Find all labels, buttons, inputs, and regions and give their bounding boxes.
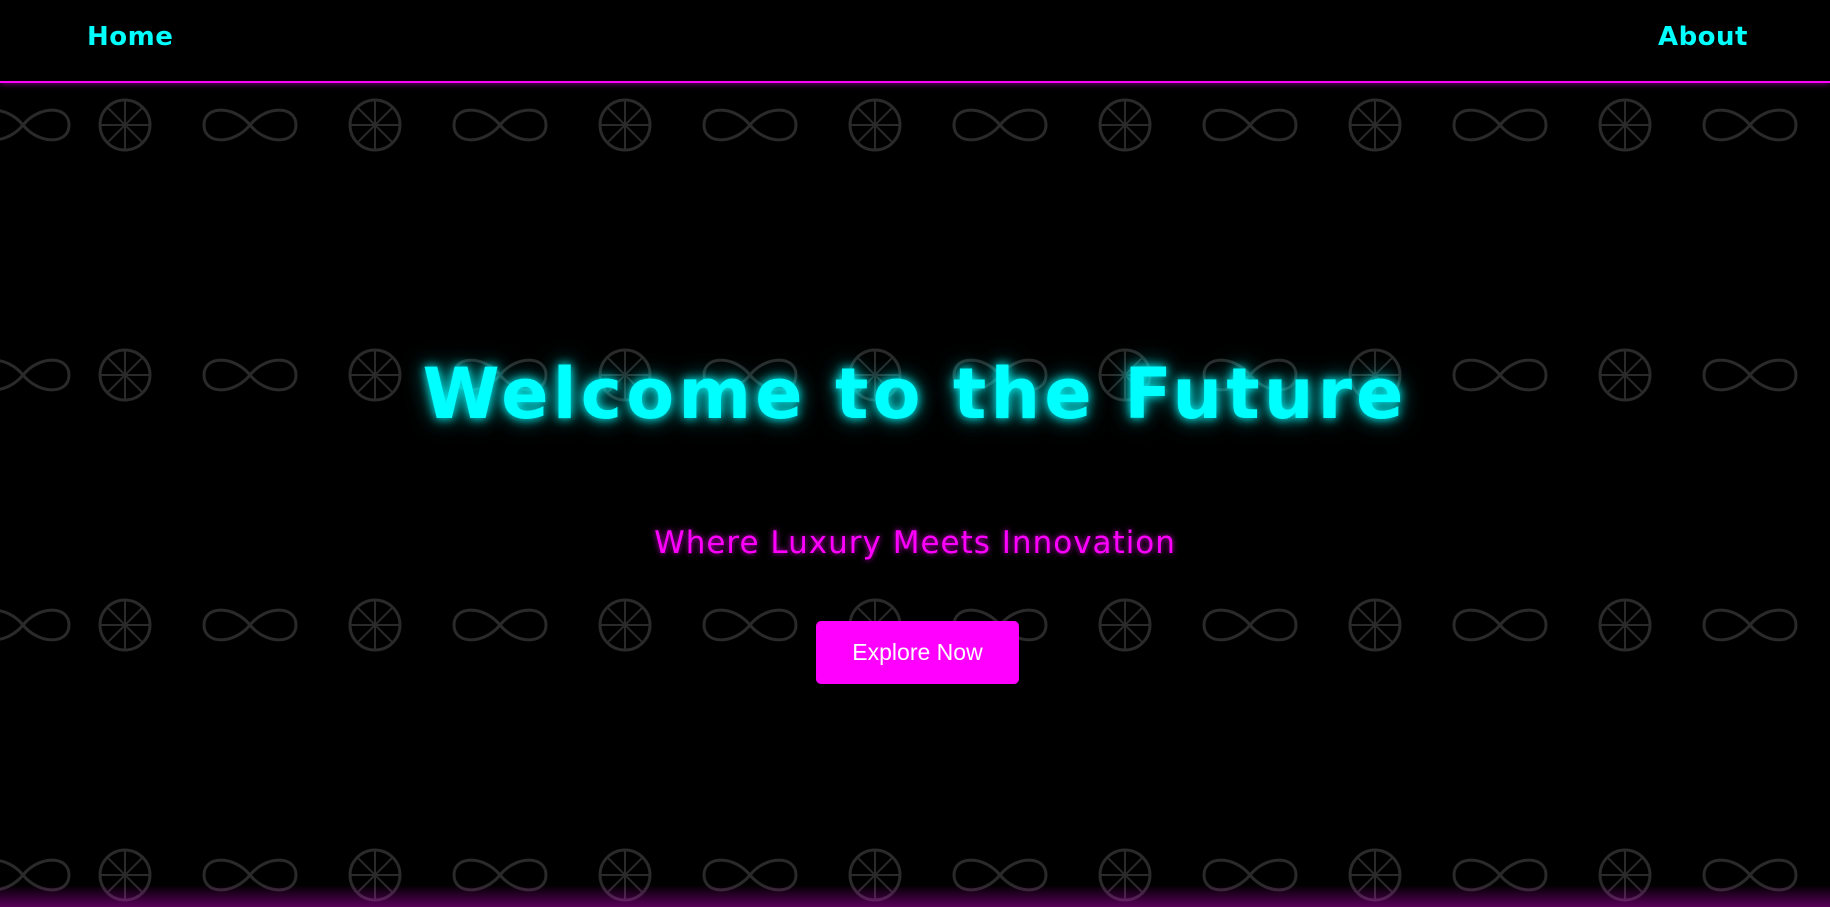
hero-section: Welcome to the Future Where Luxury Meets…	[0, 83, 1830, 907]
bottom-glow	[0, 885, 1830, 907]
hero-subtitle: Where Luxury Meets Innovation	[654, 525, 1176, 561]
navbar: Home About	[0, 0, 1830, 83]
nav-about-link[interactable]: About	[1658, 22, 1748, 52]
nav-home-link[interactable]: Home	[87, 22, 173, 52]
page: Home About Welcome to the Future Where L…	[0, 0, 1830, 907]
hero-title: Welcome to the Future	[422, 353, 1408, 435]
explore-now-button[interactable]: Explore Now	[816, 621, 1019, 684]
